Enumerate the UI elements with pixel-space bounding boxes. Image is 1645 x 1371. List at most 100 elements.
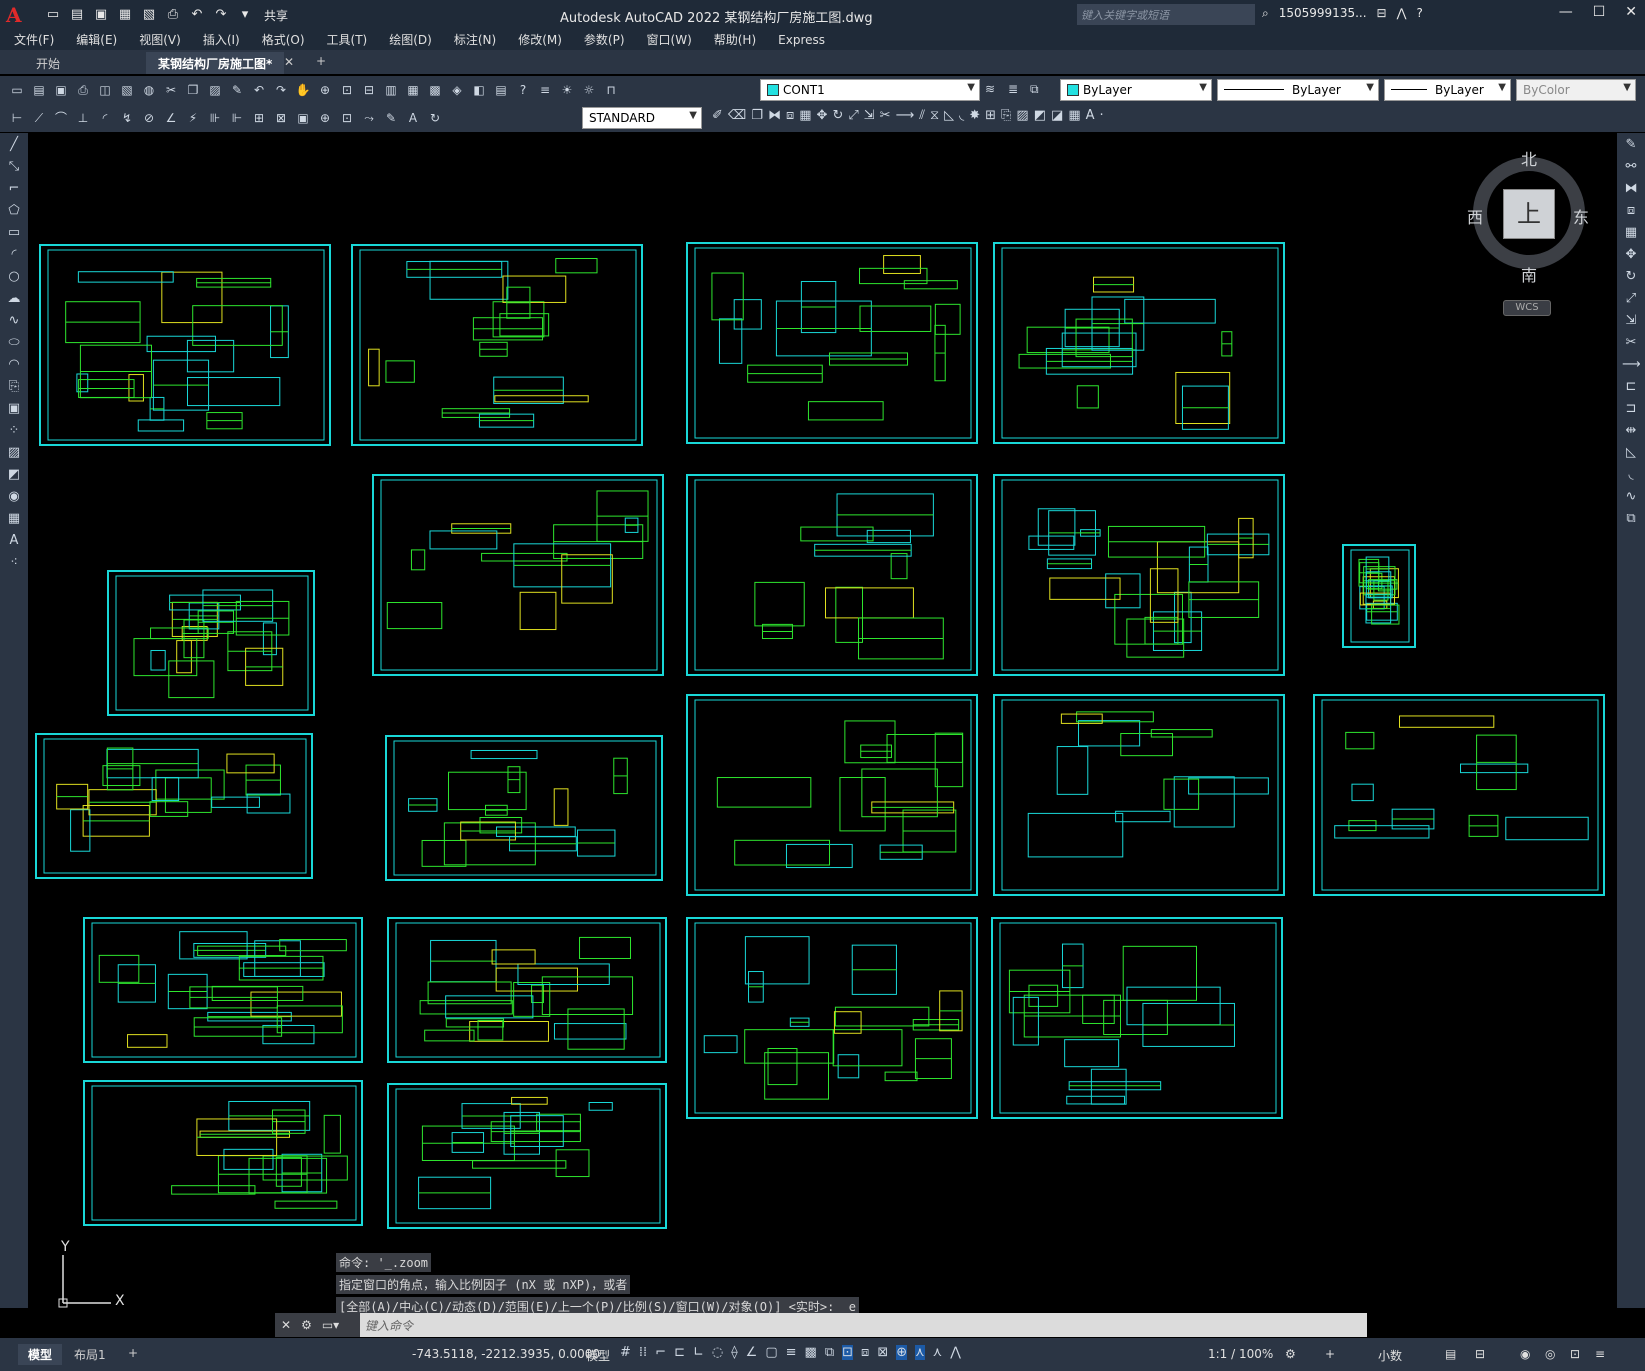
- model-space-toggle[interactable]: 模型: [586, 1347, 610, 1364]
- menu-edit[interactable]: 编辑(E): [76, 30, 117, 50]
- dynamic-ucs-icon[interactable]: ⧈: [861, 1345, 869, 1360]
- new-icon[interactable]: ▭: [44, 7, 62, 23]
- redo-icon[interactable]: ↷: [272, 81, 290, 99]
- menu-help[interactable]: 帮助(H): [714, 30, 756, 50]
- scale-icon[interactable]: ⤢: [848, 108, 858, 123]
- preview-icon[interactable]: ◫: [96, 81, 114, 99]
- array-icon[interactable]: ▦: [799, 108, 811, 123]
- drawing-sheet[interactable]: [39, 244, 331, 446]
- trim-icon[interactable]: ✂: [1622, 335, 1640, 353]
- ellipse-arc-icon[interactable]: ◠: [5, 357, 23, 375]
- workspace-gear-icon[interactable]: ⚙: [1285, 1347, 1296, 1361]
- circle-icon[interactable]: ○: [5, 269, 23, 287]
- dim-baseline-icon[interactable]: ⊪: [206, 109, 224, 127]
- save-icon[interactable]: ▣: [92, 7, 110, 23]
- drawing-sheet[interactable]: [993, 242, 1285, 444]
- gradient-icon[interactable]: ◩: [1034, 108, 1046, 123]
- drawing-sheet[interactable]: [35, 733, 313, 879]
- isodraft-icon[interactable]: ⟠: [731, 1345, 737, 1360]
- 3d-dwf-icon[interactable]: ◍: [140, 81, 158, 99]
- dimstyle-dropdown[interactable]: STANDARD ▼: [582, 107, 702, 129]
- rotate-icon[interactable]: ↻: [832, 108, 843, 123]
- extend-icon[interactable]: ⟶: [896, 108, 915, 123]
- menu-parametric[interactable]: 参数(P): [584, 30, 625, 50]
- customize-icon[interactable]: ▾: [236, 7, 254, 23]
- join-icon[interactable]: ⇹: [1622, 423, 1640, 441]
- cut-icon[interactable]: ✂: [162, 81, 180, 99]
- wcs-menu[interactable]: WCS: [1503, 300, 1551, 316]
- compass-north[interactable]: 北: [1521, 146, 1537, 170]
- command-customize-icon[interactable]: ⚙: [301, 1318, 312, 1332]
- tolerance-icon[interactable]: ▣: [294, 109, 312, 127]
- table-icon[interactable]: ▦: [5, 511, 23, 529]
- match-properties-icon[interactable]: ✎: [228, 81, 246, 99]
- blend-icon[interactable]: ∿: [1622, 489, 1640, 507]
- close-icon[interactable]: ✕: [1625, 4, 1637, 20]
- drawing-sheet[interactable]: [1342, 544, 1416, 648]
- erase-icon[interactable]: ⌫: [728, 108, 746, 123]
- dim-break-icon[interactable]: ⊠: [272, 109, 290, 127]
- customization-icon[interactable]: ≡: [1595, 1347, 1605, 1361]
- compass-east[interactable]: 东: [1573, 204, 1589, 228]
- dynamic-input-icon[interactable]: ⊏: [674, 1345, 685, 1360]
- menu-insert[interactable]: 插入(I): [203, 30, 240, 50]
- mirror-icon[interactable]: ⧓: [768, 108, 781, 123]
- drawing-sheet[interactable]: [686, 694, 978, 896]
- annotation-visibility-icon[interactable]: ⋏: [915, 1345, 925, 1360]
- command-line[interactable]: ✕ ⚙ ▭▾ 键入命令: [275, 1313, 1367, 1337]
- tab-drawing[interactable]: 某钢结构厂房施工图*: [146, 52, 285, 74]
- annotation-monitor-icon[interactable]: +: [1325, 1347, 1335, 1361]
- stretch-icon[interactable]: ⇲: [864, 108, 875, 123]
- drawing-sheet[interactable]: [686, 242, 978, 444]
- help-icon[interactable]: ?: [1416, 6, 1422, 21]
- tab-start[interactable]: 开始: [24, 52, 72, 74]
- plot-icon[interactable]: ⎙: [74, 81, 92, 99]
- fillet-icon[interactable]: ◟: [1622, 467, 1640, 485]
- annotation-scale-icon[interactable]: ⋀: [950, 1345, 961, 1360]
- command-close-icon[interactable]: ✕: [281, 1318, 291, 1332]
- menu-format[interactable]: 格式(O): [262, 30, 305, 50]
- 3d-osnap-icon[interactable]: ⊡: [842, 1345, 854, 1360]
- publish-icon[interactable]: ▧: [140, 7, 158, 23]
- dim-diameter-icon[interactable]: ⊘: [140, 109, 158, 127]
- search-icon[interactable]: ⌕: [1262, 6, 1269, 21]
- menu-window[interactable]: 窗口(W): [647, 30, 692, 50]
- saveas-icon[interactable]: ▦: [116, 7, 134, 23]
- point-icon[interactable]: ·: [1100, 108, 1104, 123]
- hardware-accel-icon[interactable]: ◎: [1545, 1347, 1555, 1361]
- minimize-icon[interactable]: —: [1559, 4, 1573, 20]
- dim-space-icon[interactable]: ⊞: [250, 109, 268, 127]
- drawing-sheet[interactable]: [387, 917, 667, 1063]
- stretch-icon[interactable]: ⇲: [1622, 313, 1640, 331]
- transparency-icon[interactable]: ▩: [805, 1345, 817, 1360]
- redo-icon[interactable]: ↷: [212, 7, 230, 23]
- polar-icon[interactable]: ◌: [712, 1345, 723, 1360]
- undo-icon[interactable]: ↶: [250, 81, 268, 99]
- break-icon[interactable]: ⊐: [1622, 401, 1640, 419]
- menu-view[interactable]: 视图(V): [139, 30, 181, 50]
- explode-icon[interactable]: ⧉: [1622, 511, 1640, 529]
- copy-icon[interactable]: ❐: [184, 81, 202, 99]
- drawing-sheet[interactable]: [385, 735, 663, 881]
- layer-dropdown[interactable]: CONT1 ▼: [760, 79, 980, 101]
- zoom-realtime-icon[interactable]: ⊕: [316, 81, 334, 99]
- gradient-icon[interactable]: ◩: [5, 467, 23, 485]
- dim-angular-icon[interactable]: ∠: [162, 109, 180, 127]
- menu-draw[interactable]: 绘图(D): [389, 30, 432, 50]
- undo-icon[interactable]: ↶: [188, 7, 206, 23]
- hatch-icon[interactable]: ▨: [1016, 108, 1028, 123]
- offset-icon[interactable]: ⧈: [786, 108, 794, 123]
- drawing-sheet[interactable]: [83, 917, 363, 1063]
- drawing-sheet[interactable]: [993, 694, 1285, 896]
- plot-icon[interactable]: ⎙: [164, 7, 182, 23]
- point-icon[interactable]: ⁘: [5, 423, 23, 441]
- layer-iso-icon[interactable]: ≣: [1008, 82, 1018, 96]
- search-input[interactable]: 键入关键字或短语: [1077, 4, 1255, 25]
- ellipse-icon[interactable]: ⬭: [5, 335, 23, 353]
- bulb-icon[interactable]: ☀: [558, 81, 576, 99]
- make-block-icon[interactable]: ▣: [5, 401, 23, 419]
- fillet-icon[interactable]: ◟: [959, 108, 964, 123]
- chamfer-icon[interactable]: ◺: [1622, 445, 1640, 463]
- polyline-icon[interactable]: ⌐: [5, 181, 23, 199]
- markup-icon[interactable]: ◧: [470, 81, 488, 99]
